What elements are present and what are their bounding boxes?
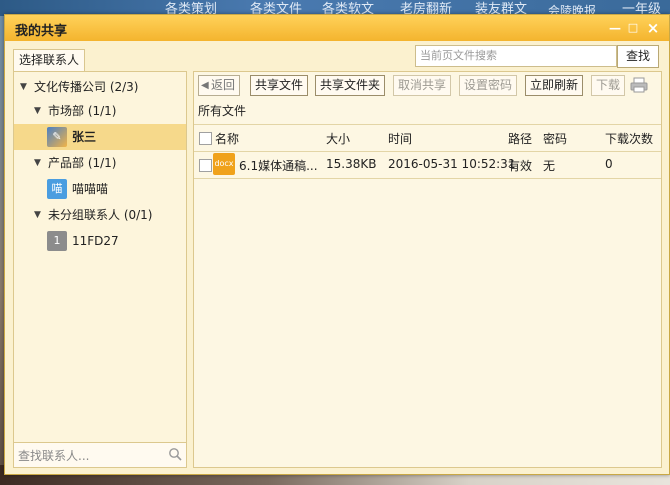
select-all-checkbox[interactable] [199, 132, 212, 145]
column-password[interactable]: 密码 [543, 130, 567, 147]
set-password-button[interactable]: 设置密码 [459, 75, 518, 96]
tree-group-ungrouped[interactable]: ▼ 未分组联系人 (0/1) [14, 202, 186, 228]
cancel-share-button[interactable]: 取消共享 [393, 75, 452, 96]
avatar: 喵 [47, 179, 67, 199]
tree-label: 未分组联系人 (0/1) [48, 208, 153, 222]
contact-name: 11FD27 [72, 234, 119, 248]
back-button[interactable]: ◀ 返回 [198, 75, 241, 96]
contact-item-zhangsan[interactable]: ✎ 张三 [14, 124, 186, 150]
printer-icon[interactable] [630, 77, 648, 93]
contact-item-11fd27[interactable]: 1 11FD27 [14, 228, 186, 254]
window-title: 我的共享 [15, 24, 68, 39]
title-bar[interactable]: 我的共享 — □ × [5, 15, 669, 41]
expand-arrow-icon[interactable]: ▼ [20, 74, 27, 100]
file-path: 有效 [508, 159, 533, 173]
tree-label: 产品部 (1/1) [48, 156, 117, 170]
share-folder-button[interactable]: 共享文件夹 [315, 75, 386, 96]
expand-arrow-icon[interactable]: ▼ [34, 98, 41, 124]
refresh-button[interactable]: 立即刷新 [525, 75, 584, 96]
download-button[interactable]: 下载 [591, 75, 626, 96]
tree-label: 文化传播公司 (2/3) [34, 80, 139, 94]
shared-files-window: 我的共享 — □ × 选择联系人 当前页文件搜索 查找 ▼ 文化传播公司 (2/… [4, 14, 670, 475]
contact-search-input[interactable]: 查找联系人... [18, 447, 89, 464]
expand-arrow-icon[interactable]: ▼ [34, 202, 41, 228]
window-body: 选择联系人 当前页文件搜索 查找 ▼ 文化传播公司 (2/3) ▼ 市场部 (1… [5, 41, 669, 474]
contact-item-miao[interactable]: 喵 喵喵喵 [14, 176, 186, 202]
minimize-button[interactable]: — [607, 20, 623, 36]
avatar: ✎ [47, 127, 67, 147]
docx-file-icon: docx [213, 153, 235, 175]
close-button[interactable]: × [645, 20, 661, 36]
contact-search-box[interactable]: 查找联系人... [14, 442, 186, 467]
search-icon[interactable] [168, 447, 182, 461]
back-arrow-icon: ◀ [201, 80, 209, 91]
back-label: 返回 [211, 78, 236, 92]
column-name[interactable]: 名称 [215, 130, 239, 147]
table-row[interactable]: docx 6.1媒体通稿... 15.38KB 2016-05-31 10:52… [194, 152, 661, 179]
tree-group-market[interactable]: ▼ 市场部 (1/1) [14, 98, 186, 124]
expand-arrow-icon[interactable]: ▼ [34, 150, 41, 176]
tab-select-contact[interactable]: 选择联系人 [13, 49, 86, 72]
column-downloads[interactable]: 下载次数 [605, 130, 653, 147]
file-toolbar: ◀ 返回 共享文件 共享文件夹 取消共享 设置密码 立即刷新 下载 [194, 72, 661, 98]
avatar: 1 [47, 231, 67, 251]
contact-name: 张三 [72, 130, 97, 144]
column-time[interactable]: 时间 [388, 130, 412, 147]
column-path[interactable]: 路径 [508, 130, 532, 147]
find-button[interactable]: 查找 [617, 45, 659, 68]
file-password: 无 [543, 159, 556, 173]
maximize-button[interactable]: □ [625, 20, 641, 36]
contact-tree-panel: ▼ 文化传播公司 (2/3) ▼ 市场部 (1/1) ✎ 张三 ▼ 产品部 (1… [13, 71, 187, 468]
file-size: 15.38KB [326, 157, 377, 171]
file-search-input[interactable]: 当前页文件搜索 [415, 45, 617, 67]
tree-group-company[interactable]: ▼ 文化传播公司 (2/3) [14, 74, 186, 100]
file-downloads: 0 [605, 157, 613, 171]
table-header: 名称 大小 时间 路径 密码 下载次数 [194, 124, 661, 152]
contact-name: 喵喵喵 [72, 182, 109, 196]
share-file-button[interactable]: 共享文件 [250, 75, 309, 96]
file-time: 2016-05-31 10:52:31 [388, 157, 516, 171]
file-name[interactable]: 6.1媒体通稿... [239, 157, 318, 174]
breadcrumb: 所有文件 [198, 104, 247, 118]
tree-label: 市场部 (1/1) [48, 104, 117, 118]
column-size[interactable]: 大小 [326, 130, 350, 147]
file-panel: ◀ 返回 共享文件 共享文件夹 取消共享 设置密码 立即刷新 下载 所有文件 名… [193, 71, 662, 468]
row-checkbox[interactable] [199, 159, 212, 172]
tree-group-product[interactable]: ▼ 产品部 (1/1) [14, 150, 186, 176]
